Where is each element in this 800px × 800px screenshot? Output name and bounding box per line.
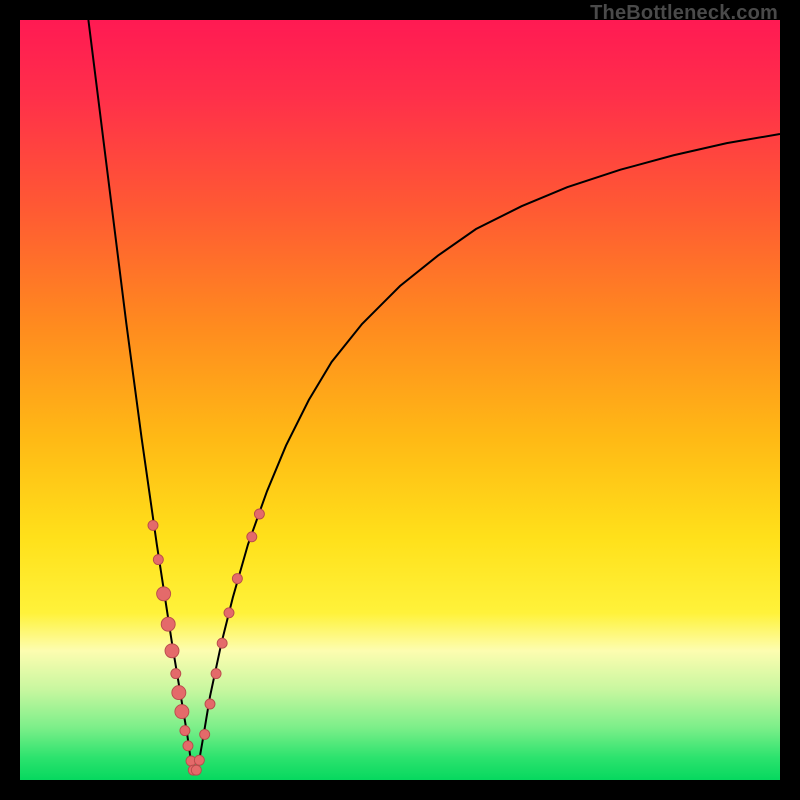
data-marker <box>254 509 264 519</box>
curve-layer <box>88 20 780 772</box>
data-marker <box>157 587 171 601</box>
data-marker <box>180 726 190 736</box>
curve-left-branch <box>88 20 192 772</box>
data-marker <box>224 608 234 618</box>
data-marker <box>175 705 189 719</box>
plot-area <box>20 20 780 780</box>
data-marker <box>217 638 227 648</box>
data-marker <box>161 617 175 631</box>
chart-frame: TheBottleneck.com <box>0 0 800 800</box>
chart-svg <box>20 20 780 780</box>
data-marker <box>148 520 158 530</box>
data-marker <box>200 729 210 739</box>
data-marker <box>172 686 186 700</box>
data-marker <box>191 765 201 775</box>
data-marker <box>153 555 163 565</box>
data-marker <box>183 741 193 751</box>
curve-right-branch <box>197 134 780 772</box>
data-marker <box>211 669 221 679</box>
data-marker <box>247 532 257 542</box>
data-marker <box>171 669 181 679</box>
data-marker <box>232 574 242 584</box>
watermark-text: TheBottleneck.com <box>590 2 778 25</box>
data-marker <box>205 699 215 709</box>
data-marker <box>194 755 204 765</box>
data-marker <box>165 644 179 658</box>
